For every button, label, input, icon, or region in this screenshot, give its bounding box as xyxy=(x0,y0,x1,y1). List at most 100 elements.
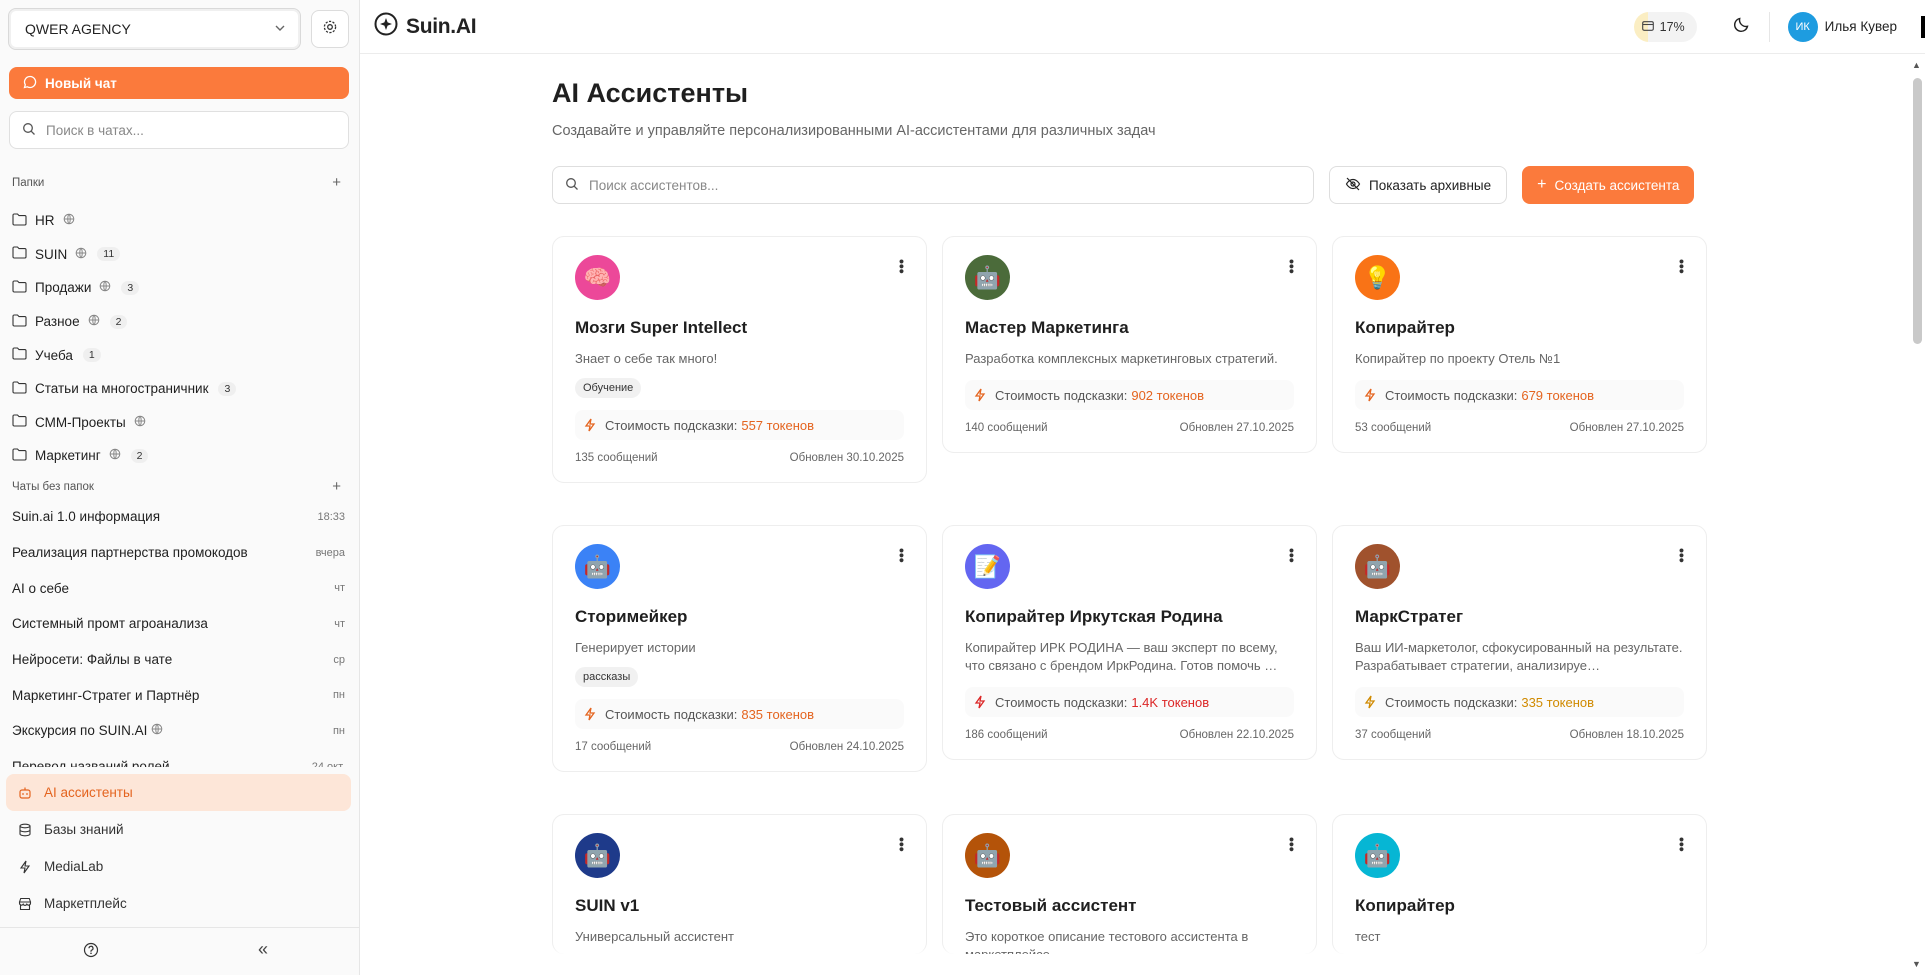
chat-item[interactable]: Реализация партнерства промокодов вчера xyxy=(12,535,345,571)
assistant-name: Копирайтер xyxy=(1355,896,1455,915)
more-vertical-icon[interactable]: ••• xyxy=(1284,837,1300,852)
assistant-meta: 53 сообщений Обновлен 27.10.2025 xyxy=(1355,422,1684,452)
folder-item[interactable]: Учеба 1 xyxy=(12,338,345,372)
assistant-card[interactable]: 🤖 ••• Тестовый ассистент Это короткое описа… xyxy=(942,814,1317,954)
assistant-search-input[interactable]: Поиск ассистентов... xyxy=(552,166,1314,204)
assistant-tag: рассказы xyxy=(575,667,639,687)
more-vertical-icon[interactable]: ••• xyxy=(1674,837,1690,852)
assistant-card[interactable]: 🤖 ••• SUIN v1 Универсальный ассистент xyxy=(552,814,927,954)
message-count: 37 сообщений xyxy=(1355,729,1432,741)
globe-icon xyxy=(109,448,121,463)
folder-item[interactable]: Продажи 3 xyxy=(12,271,345,305)
assistant-card[interactable]: 🤖 ••• Мастер Маркетинга Разработка комплекс… xyxy=(942,236,1317,453)
show-archived-button[interactable]: Показать архивные xyxy=(1329,166,1508,204)
moon-icon[interactable] xyxy=(1733,15,1751,38)
create-assistant-button[interactable]: + Создать ассистента xyxy=(1522,166,1695,204)
more-vertical-icon[interactable]: ••• xyxy=(1674,548,1690,563)
more-vertical-icon[interactable]: ••• xyxy=(1284,259,1300,274)
collapse-sidebar-button[interactable]: « xyxy=(258,939,268,960)
folder-label: Учеба xyxy=(35,347,73,363)
user-menu[interactable]: ИК Илья Кувер xyxy=(1787,11,1897,42)
more-vertical-icon[interactable]: ••• xyxy=(1284,548,1300,563)
new-chat-button[interactable]: Новый чат xyxy=(9,67,349,99)
folder-item[interactable]: СММ-Проекты xyxy=(12,406,345,440)
assistant-tag: Обучение xyxy=(575,378,642,398)
chat-item[interactable]: Перевод названий ролей 24 окт. xyxy=(12,749,345,767)
assistant-card[interactable]: 🤖 ••• МаркСтратег Ваш ИИ-маркетолог, сфокус… xyxy=(1332,525,1707,760)
assistant-name: Копирайтер xyxy=(1355,318,1455,337)
chat-item[interactable]: Нейросети: Файлы в чате ср xyxy=(12,642,345,678)
add-chat-icon[interactable]: + xyxy=(332,478,341,495)
chat-item[interactable]: Suin.ai 1.0 информация 18:33 xyxy=(12,499,345,535)
chat-item[interactable]: AI о себе чт xyxy=(12,570,345,606)
brand[interactable]: Suin.AI xyxy=(374,12,477,42)
message-count: 186 сообщений xyxy=(965,729,1048,741)
assistant-meta: 186 сообщений Обновлен 22.10.2025 xyxy=(965,729,1294,759)
assistant-card[interactable]: 🤖 ••• Копирайтер тест xyxy=(1332,814,1707,954)
settings-button[interactable] xyxy=(311,10,349,48)
sidebar: QWER AGENCY Новый чат Поиск в чатах... П… xyxy=(0,0,360,975)
prompt-cost-value: 1.4K токенов xyxy=(1131,694,1210,710)
add-folder-icon[interactable]: + xyxy=(332,174,341,191)
workspace-name: QWER AGENCY xyxy=(25,21,131,37)
scrollbar-thumb[interactable] xyxy=(1913,78,1922,344)
more-vertical-icon[interactable]: ••• xyxy=(894,259,910,274)
more-vertical-icon[interactable]: ••• xyxy=(894,548,910,563)
page-subtitle: Создавайте и управляйте персонализирован… xyxy=(552,123,1156,139)
folder-item[interactable]: Статьи на многостраничник 3 xyxy=(12,372,345,406)
help-icon[interactable] xyxy=(83,942,99,963)
store-icon xyxy=(18,897,32,911)
nav-item[interactable]: AI ассистенты xyxy=(6,774,351,811)
assistant-avatar: 🤖 xyxy=(1355,833,1400,878)
nav-item[interactable]: Базы знаний xyxy=(6,811,351,848)
chat-item[interactable]: Маркетинг-Стратег и Партнёр пн xyxy=(12,677,345,713)
folder-item[interactable]: HR xyxy=(12,204,345,238)
assistant-card[interactable]: 💡 ••• Копирайтер Копирайтер по проекту Отел… xyxy=(1332,236,1707,453)
assistant-card[interactable]: 🧠 ••• Мозги Super Intellect Знает о себе та… xyxy=(552,236,927,483)
database-icon xyxy=(18,823,32,837)
assistant-description: Генерирует истории xyxy=(575,640,696,655)
nav-label: Маркетплейс xyxy=(44,896,127,911)
assistant-meta: 37 сообщений Обновлен 18.10.2025 xyxy=(1355,729,1684,759)
chat-search-input[interactable]: Поиск в чатах... xyxy=(9,111,349,149)
bot-icon xyxy=(18,786,32,800)
updated-date: Обновлен 22.10.2025 xyxy=(1179,729,1294,741)
nav-label: Базы знаний xyxy=(44,822,124,837)
prompt-cost-value: 557 токенов xyxy=(741,417,815,433)
usage-indicator[interactable]: 17% xyxy=(1633,11,1697,42)
nav-label: MediaLab xyxy=(44,859,104,874)
folders-title: Папки xyxy=(12,176,45,189)
chat-title: Системный промт агроанализа xyxy=(12,616,208,632)
folder-item[interactable]: Разное 2 xyxy=(12,305,345,339)
scrollbar[interactable]: ▲ ▼ xyxy=(1909,54,1925,975)
assistant-card[interactable]: 📝 ••• Копирайтер Иркутская Родина Копирайте… xyxy=(942,525,1317,760)
assistant-avatar: 💡 xyxy=(1355,255,1400,300)
gear-icon xyxy=(322,19,338,40)
globe-icon xyxy=(151,723,163,738)
folder-item[interactable]: SUIN 11 xyxy=(12,238,345,272)
scroll-down-icon[interactable]: ▼ xyxy=(1912,959,1921,969)
globe-icon xyxy=(63,213,75,228)
more-vertical-icon[interactable]: ••• xyxy=(894,837,910,852)
folder-count-badge: 11 xyxy=(97,247,121,262)
scroll-up-icon[interactable]: ▲ xyxy=(1912,60,1921,70)
folder-label: HR xyxy=(35,213,55,229)
chat-item[interactable]: Системный промт агроанализа чт xyxy=(12,606,345,642)
eye-off-icon xyxy=(1345,177,1361,194)
more-vertical-icon[interactable]: ••• xyxy=(1674,259,1690,274)
assistant-avatar-icon: 🤖 xyxy=(973,842,1002,868)
search-icon xyxy=(565,177,579,194)
folder-icon xyxy=(12,448,27,464)
nav-item[interactable]: MediaLab xyxy=(6,848,351,885)
nav-label: AI ассистенты xyxy=(44,785,133,800)
nav-item[interactable]: Маркетплейс xyxy=(6,885,351,922)
assistant-avatar: 🤖 xyxy=(965,833,1010,878)
assistant-description: тест xyxy=(1355,929,1381,944)
chat-item[interactable]: Экскурсия по SUIN.AI пн xyxy=(12,713,345,749)
prompt-cost: Стоимость подсказки: 679 токенов xyxy=(1355,380,1684,410)
workspace-select[interactable]: QWER AGENCY xyxy=(8,8,301,50)
assistant-avatar: 🧠 xyxy=(575,255,620,300)
folder-item[interactable]: Маркетинг 2 xyxy=(12,439,345,473)
bolt-icon xyxy=(973,695,987,709)
assistant-card[interactable]: 🤖 ••• Сторимейкер Генерирует истории рассказ… xyxy=(552,525,927,772)
